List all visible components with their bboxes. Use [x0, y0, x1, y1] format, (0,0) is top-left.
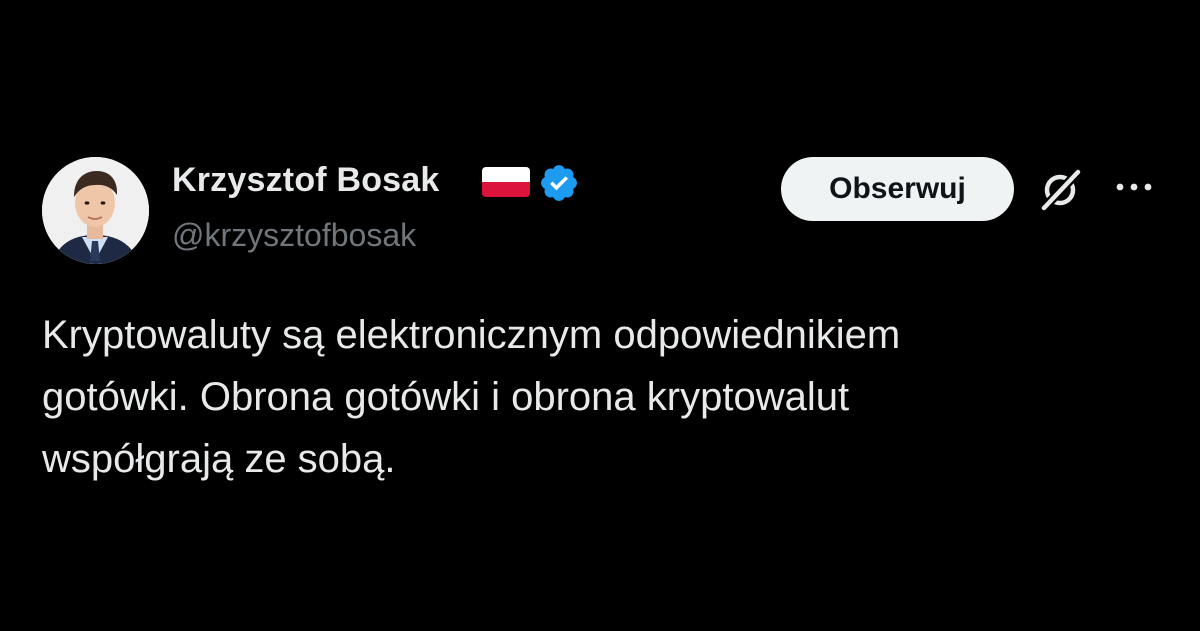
- tweet-text-line: Kryptowaluty są elektronicznym odpowiedn…: [42, 313, 901, 357]
- tweet-text-line: współgrają ze sobą.: [42, 437, 396, 481]
- more-icon[interactable]: [1112, 177, 1156, 197]
- tweet-text-line: gotówki. Obrona gotówki i obrona kryptow…: [42, 375, 850, 419]
- verified-badge-icon[interactable]: [538, 162, 580, 204]
- user-handle[interactable]: @krzysztofbosak: [172, 217, 416, 254]
- display-name[interactable]: Krzysztof Bosak: [172, 161, 440, 200]
- follow-button[interactable]: Obserwuj: [781, 157, 1014, 221]
- tweet-card: Krzysztof Bosak @krzysztofbosak Obserwuj…: [0, 0, 1200, 631]
- grok-icon[interactable]: [1036, 164, 1086, 214]
- avatar[interactable]: [42, 157, 149, 264]
- tweet-text: Kryptowaluty są elektronicznym odpowiedn…: [42, 304, 1142, 490]
- poland-flag-icon: [482, 167, 530, 197]
